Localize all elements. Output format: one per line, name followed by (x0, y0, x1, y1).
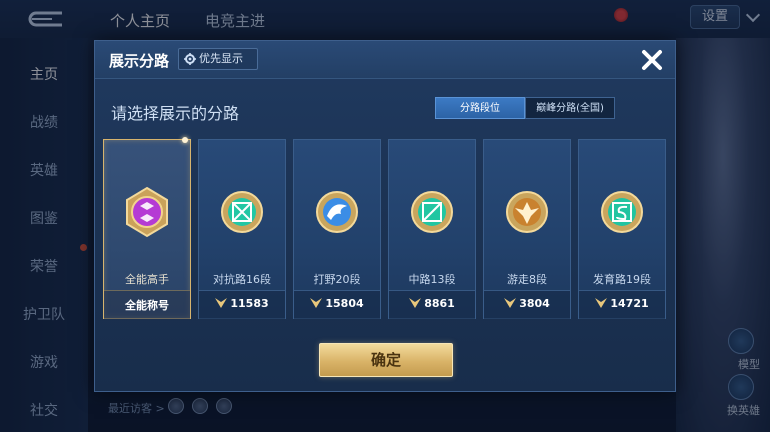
lane-card-name: 中路13段 (408, 273, 456, 286)
score-value: 15804 (325, 297, 364, 310)
lane-card-list: 全能高手 全能称号 对抗路16段 11583 打野20段 15804 中路13段… (103, 137, 669, 321)
lane-card-score: 15804 (294, 297, 380, 310)
lane-card-farm-lane[interactable]: 发育路19段 14721 (578, 139, 666, 319)
tab-lane-rank[interactable]: 分路段位 (435, 97, 525, 119)
tab-peak-lane[interactable]: 巅峰分路(全国) (525, 97, 615, 119)
lane-display-dialog: 展示分路 优先显示 请选择展示的分路 分路段位 巅峰分路(全国) 全能高手 全能… (94, 40, 676, 392)
dialog-title: 展示分路 (109, 52, 170, 70)
all-rounder-emblem-icon (126, 186, 168, 238)
lane-card-name: 对抗路16段 (213, 273, 271, 286)
lane-card-footer-label: 全能称号 (125, 299, 169, 312)
confirm-button[interactable]: 确定 (319, 343, 453, 377)
score-value: 3804 (519, 297, 550, 310)
rank-points-icon (504, 298, 517, 308)
lane-card-score: 8861 (389, 297, 475, 310)
rank-points-icon (595, 298, 608, 308)
lane-card-name: 全能高手 (125, 273, 169, 286)
roam-emblem-icon (506, 191, 548, 233)
dialog-header: 展示分路 优先显示 (95, 41, 675, 79)
farm-lane-emblem-icon (601, 191, 643, 233)
rank-points-icon (310, 298, 323, 308)
lane-card-name: 打野20段 (313, 273, 361, 286)
score-value: 14721 (610, 297, 649, 310)
lane-card-jungle[interactable]: 打野20段 15804 (293, 139, 381, 319)
score-value: 11583 (230, 297, 269, 310)
lane-card-roam[interactable]: 游走8段 3804 (483, 139, 571, 319)
lane-card-mid-lane[interactable]: 中路13段 8861 (388, 139, 476, 319)
priority-display-button[interactable]: 优先显示 (178, 48, 258, 70)
segment-tabs: 分路段位 巅峰分路(全国) (435, 97, 615, 119)
rank-points-icon (215, 298, 228, 308)
jungle-emblem-icon (316, 191, 358, 233)
mid-lane-emblem-icon (411, 191, 453, 233)
lane-card-clash-lane[interactable]: 对抗路16段 11583 (198, 139, 286, 319)
lane-card-all-rounder[interactable]: 全能高手 全能称号 (103, 137, 191, 319)
score-value: 8861 (424, 297, 455, 310)
clash-lane-emblem-icon (221, 191, 263, 233)
gear-icon (184, 53, 196, 65)
lane-card-score: 14721 (579, 297, 665, 310)
close-icon[interactable] (639, 47, 665, 73)
lane-card-name: 发育路19段 (593, 273, 651, 286)
sparkle-icon (182, 137, 188, 143)
rank-points-icon (409, 298, 422, 308)
dialog-subtitle: 请选择展示的分路 (111, 104, 240, 123)
lane-card-score: 11583 (199, 297, 285, 310)
lane-card-name: 游走8段 (507, 273, 547, 286)
priority-display-label: 优先显示 (199, 52, 243, 65)
lane-card-score: 3804 (484, 297, 570, 310)
